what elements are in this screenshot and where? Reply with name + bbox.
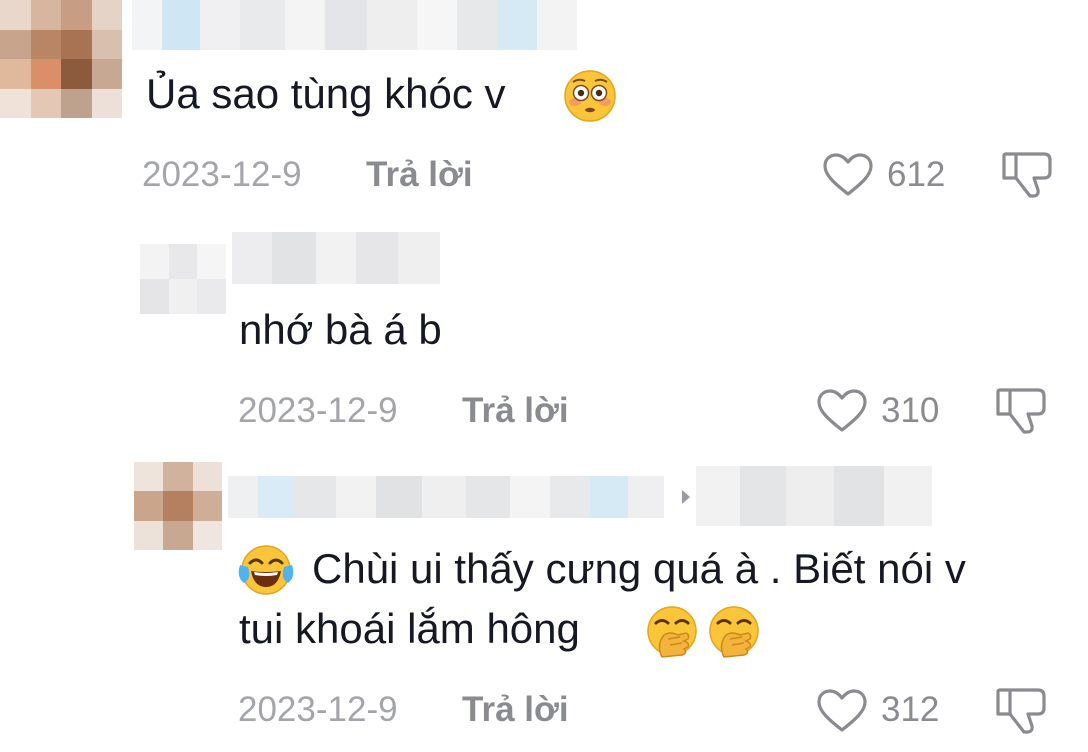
comment-text-line1: Chùi ui thấy cưng quá à . Biết nói v: [312, 545, 966, 592]
heart-icon[interactable]: [816, 388, 868, 434]
avatar[interactable]: [134, 462, 222, 550]
avatar[interactable]: [140, 244, 226, 314]
reply-button[interactable]: Trả lời: [462, 690, 569, 730]
dislike-icon[interactable]: [994, 686, 1048, 736]
heart-icon[interactable]: [816, 688, 868, 734]
hand-over-mouth-emoji: [647, 606, 697, 658]
hand-over-mouth-emoji: [709, 606, 759, 658]
flushed-face-emoji: [564, 70, 616, 122]
tears-of-joy-emoji: [238, 545, 294, 595]
heart-icon[interactable]: [822, 152, 874, 198]
comment-date: 2023-12-9: [238, 391, 398, 430]
comment-text: nhớ bà á b: [239, 306, 442, 353]
username-blurred[interactable]: [228, 476, 664, 518]
reply-to-username-blurred[interactable]: [696, 466, 932, 526]
username-blurred[interactable]: [232, 232, 440, 284]
comment-text: Ủa sao tùng khóc v: [146, 70, 506, 117]
comment-date: 2023-12-9: [142, 155, 302, 194]
reply-button[interactable]: Trả lời: [366, 155, 473, 195]
like-count: 310: [881, 391, 940, 430]
comment-date: 2023-12-9: [238, 690, 398, 729]
like-count: 612: [887, 155, 946, 194]
avatar[interactable]: [0, 0, 122, 118]
reply-button[interactable]: Trả lời: [462, 391, 569, 431]
dislike-icon[interactable]: [1000, 150, 1054, 200]
like-count: 312: [881, 690, 940, 729]
comment-text-line2: tui khoái lắm hông: [239, 605, 580, 652]
caret-right-icon: [682, 490, 690, 504]
username-blurred[interactable]: [132, 0, 577, 50]
dislike-icon[interactable]: [994, 386, 1048, 436]
